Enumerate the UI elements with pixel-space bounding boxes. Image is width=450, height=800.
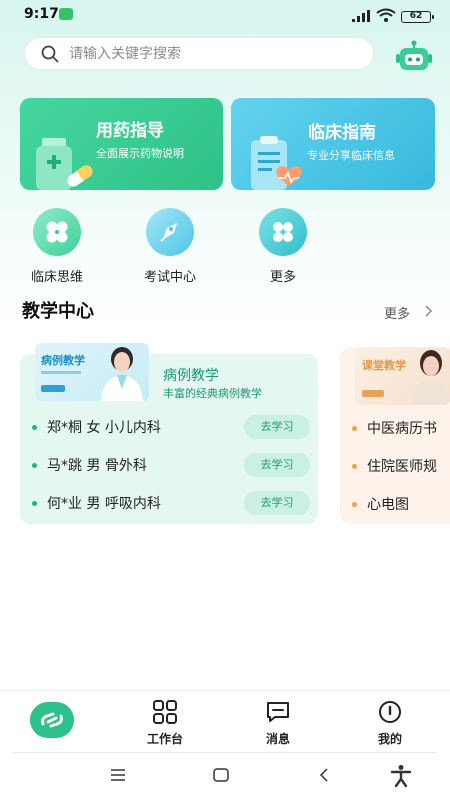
go-study-button[interactable]: 去学习: [244, 453, 310, 477]
go-study-button[interactable]: 去学习: [244, 415, 310, 439]
case-teaching-title: 病例教学: [163, 368, 219, 384]
grid-icon: [153, 700, 177, 724]
case-text: 郑*桐 女 小儿内科: [47, 420, 161, 436]
bullet-dot: [32, 500, 37, 506]
menu-icon[interactable]: [110, 769, 126, 781]
four-petal-icon: [259, 208, 307, 256]
search-icon: [41, 45, 59, 62]
banner-tag: 课堂教学: [362, 359, 406, 372]
case-text: 心电图: [367, 497, 409, 513]
case-text: 何*业 男 呼吸内科: [47, 496, 161, 512]
go-study-button[interactable]: 去学习: [244, 491, 310, 515]
teacher-avatar-icon: [412, 350, 450, 405]
card-subtitle: 专业分享临床信息: [307, 149, 395, 162]
nav-item-label: 消息: [265, 732, 290, 746]
quick-entry-label: 更多: [269, 270, 296, 285]
card-title: 临床指南: [308, 123, 376, 143]
battery-icon: 62: [401, 11, 434, 23]
back-icon[interactable]: [318, 768, 330, 782]
bullet-dot: [32, 424, 37, 430]
card-title: 用药指导: [96, 121, 164, 141]
list-item[interactable]: 住院医师规: [352, 453, 450, 479]
quick-entry-label: 临床思维: [30, 270, 83, 285]
nav-item-label: 工作台: [146, 732, 183, 746]
banner-button: [41, 385, 65, 392]
nav-item-workbench[interactable]: 工作台: [130, 700, 200, 747]
chevron-right-icon[interactable]: [423, 305, 433, 317]
clover-icon: [33, 208, 81, 256]
bullet-dot: [32, 462, 37, 468]
quick-entry-label: 考试中心: [143, 270, 196, 285]
quick-entry-clinical-thinking[interactable]: 临床思维: [17, 208, 97, 285]
list-item[interactable]: 心电图: [352, 491, 450, 517]
list-item[interactable]: 郑*桐 女 小儿内科 去学习: [32, 414, 310, 440]
home-square-icon[interactable]: [213, 768, 229, 782]
status-time: 9:17: [24, 6, 59, 22]
list-item[interactable]: 何*业 男 呼吸内科 去学习: [32, 490, 310, 516]
wifi-icon: [376, 8, 396, 22]
case-text: 马*跳 男 骨外科: [47, 458, 147, 474]
medicine-bottle-icon: [36, 138, 93, 190]
clipboard-heart-icon: [251, 136, 302, 190]
quick-entry-exam-center[interactable]: 考试中心: [130, 208, 210, 285]
nav-item-mine[interactable]: 我的: [355, 700, 425, 747]
search-bar[interactable]: [24, 37, 374, 70]
banner-tag: 病例教学: [41, 354, 85, 367]
bullet-dot: [352, 463, 357, 469]
nav-item-messages[interactable]: 消息: [243, 700, 313, 747]
message-icon: [267, 702, 289, 722]
banner-button: [362, 390, 384, 397]
list-item[interactable]: 马*跳 男 骨外科 去学习: [32, 452, 310, 478]
class-teaching-banner: 课堂教学: [355, 347, 450, 405]
home-logo-icon: [41, 712, 63, 728]
section-title: 教学中心: [22, 301, 94, 322]
case-text: 中医病历书: [367, 421, 437, 437]
signal-icon: [352, 10, 370, 22]
profile-icon: [379, 701, 401, 723]
clinical-guide-card[interactable]: 临床指南 专业分享临床信息: [231, 98, 435, 190]
doctor-avatar-icon: [101, 347, 143, 401]
search-input[interactable]: [69, 45, 339, 62]
medication-guide-card[interactable]: 用药指导 全面展示药物说明: [20, 98, 223, 190]
wechat-notification-icon: [59, 8, 73, 20]
accessibility-icon[interactable]: [390, 764, 412, 788]
robot-assistant-icon[interactable]: [395, 40, 433, 72]
case-teaching-subtitle: 丰富的经典病例教学: [163, 387, 262, 400]
case-text: 住院医师规: [367, 459, 437, 475]
bullet-dot: [352, 425, 357, 431]
case-teaching-banner: 病例教学: [35, 343, 149, 401]
banner-line: [41, 371, 81, 374]
list-item[interactable]: 中医病历书: [352, 415, 450, 441]
quick-entry-more[interactable]: 更多: [243, 208, 323, 285]
nav-home-button[interactable]: [30, 702, 74, 738]
card-subtitle: 全面展示药物说明: [96, 147, 184, 160]
bullet-dot: [352, 501, 357, 507]
pen-nib-icon: [146, 208, 194, 256]
section-more-link[interactable]: 更多: [384, 303, 410, 322]
nav-item-label: 我的: [377, 732, 402, 746]
